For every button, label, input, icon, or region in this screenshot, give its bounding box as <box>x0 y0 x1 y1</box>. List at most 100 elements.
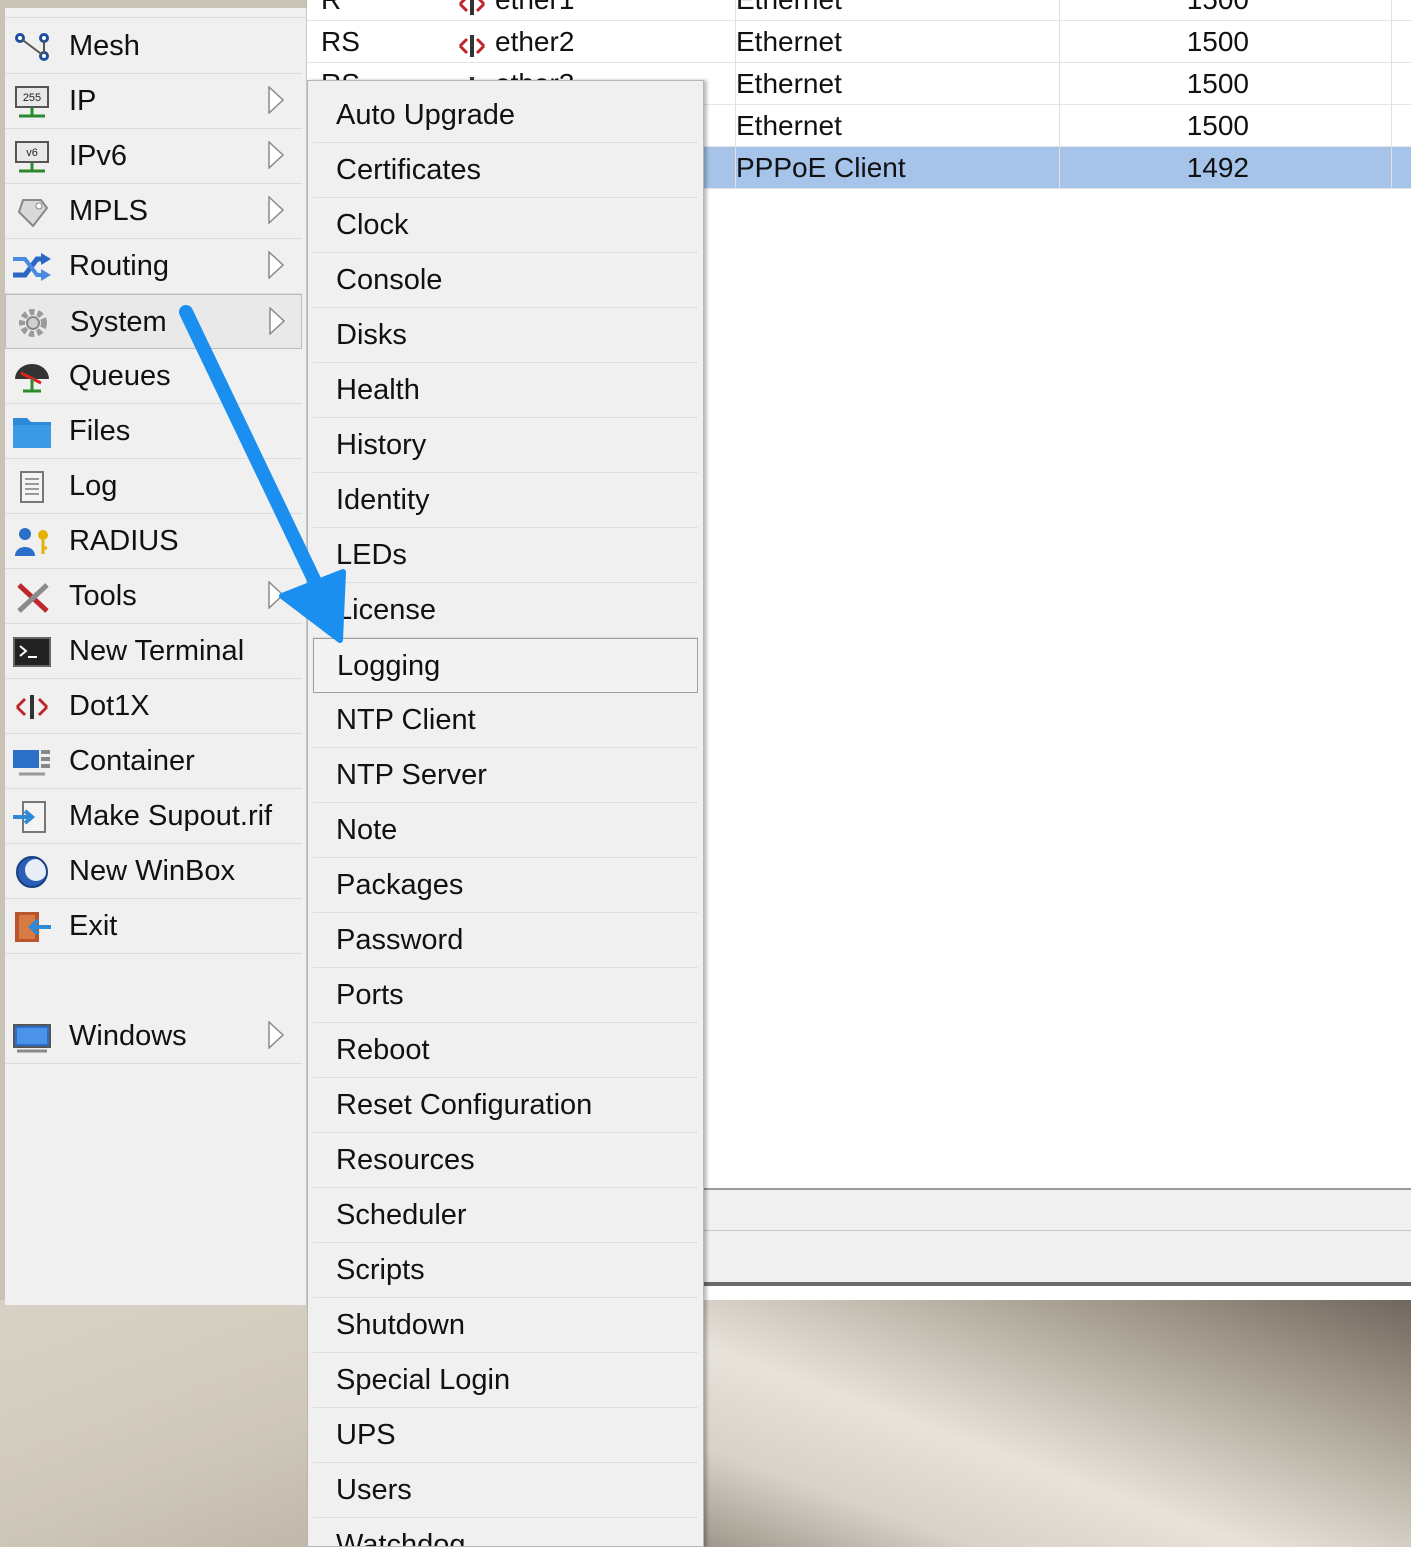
submenu-item-clock[interactable]: Clock <box>313 198 698 253</box>
submenu-item-auto-upgrade[interactable]: Auto Upgrade <box>313 88 698 143</box>
main-menu-top-edge <box>5 8 307 18</box>
submenu-item-health[interactable]: Health <box>313 363 698 418</box>
menu-item-make-supout-rif[interactable]: Make Supout.rif <box>5 789 302 844</box>
submenu-item-resources[interactable]: Resources <box>313 1133 698 1188</box>
menu-item-mpls[interactable]: MPLS <box>5 184 302 239</box>
submenu-item-label: Packages <box>336 869 464 901</box>
type-cell: Ethernet <box>735 0 1055 21</box>
name-cell: ether1 <box>457 0 727 21</box>
name-cell: ether2 <box>457 21 727 63</box>
type-cell: Ethernet <box>735 105 1055 147</box>
menu-item-system[interactable]: System <box>5 294 302 349</box>
submenu-item-label: Reset Configuration <box>336 1089 593 1121</box>
submenu-item-users[interactable]: Users <box>313 1463 698 1518</box>
winbox-icon <box>11 856 53 888</box>
submenu-item-reboot[interactable]: Reboot <box>313 1023 698 1078</box>
submenu-item-license[interactable]: License <box>313 583 698 638</box>
submenu-item-ups[interactable]: UPS <box>313 1408 698 1463</box>
submenu-item-note[interactable]: Note <box>313 803 698 858</box>
submenu-item-disks[interactable]: Disks <box>313 308 698 363</box>
submenu-item-password[interactable]: Password <box>313 913 698 968</box>
main-menu: Mesh 255 IP v6 IPv6 MPLS Routing System Queues Fi… <box>5 8 307 1305</box>
menu-item-label: Log <box>69 470 118 502</box>
menu-item-ipv6[interactable]: v6 IPv6 <box>5 129 302 184</box>
menu-item-label: Exit <box>69 910 118 942</box>
extra-cell <box>1391 147 1411 189</box>
dot1x-icon <box>11 691 53 723</box>
menu-item-routing[interactable]: Routing <box>5 239 302 294</box>
system-submenu: Auto Upgrade Certificates Clock Console Disk… <box>307 80 704 1547</box>
submenu-item-scheduler[interactable]: Scheduler <box>313 1188 698 1243</box>
menu-item-new-terminal[interactable]: New Terminal <box>5 624 302 679</box>
desktop-background-photo <box>0 1300 1411 1547</box>
folder-icon <box>11 416 53 448</box>
table-row[interactable]: Rether1 Ethernet1500 <box>307 0 1411 21</box>
menu-item-ip[interactable]: 255 IP <box>5 74 302 129</box>
menu-item-files[interactable]: Files <box>5 404 302 459</box>
mtu-cell: 1500 <box>1059 105 1249 147</box>
menu-item-exit[interactable]: Exit <box>5 899 302 954</box>
menu-item-mesh[interactable]: Mesh <box>5 19 302 74</box>
submenu-arrow-icon <box>267 195 285 225</box>
menu-item-log[interactable]: Log <box>5 459 302 514</box>
mtu-cell: 1500 <box>1059 21 1249 63</box>
submenu-item-ntp-server[interactable]: NTP Server <box>313 748 698 803</box>
menu-item-label: New WinBox <box>69 855 235 887</box>
menu-item-windows[interactable]: Windows <box>5 1009 302 1064</box>
menu-item-label: New Terminal <box>69 635 245 667</box>
submenu-item-scripts[interactable]: Scripts <box>313 1243 698 1298</box>
submenu-item-label: LEDs <box>336 539 407 571</box>
ethernet-port-icon <box>457 0 487 16</box>
menu-item-tools[interactable]: Tools <box>5 569 302 624</box>
submenu-item-shutdown[interactable]: Shutdown <box>313 1298 698 1353</box>
menu-item-new-winbox[interactable]: New WinBox <box>5 844 302 899</box>
submenu-item-label: Users <box>336 1474 412 1506</box>
submenu-item-watchdog[interactable]: Watchdog <box>313 1518 698 1546</box>
submenu-item-ntp-client[interactable]: NTP Client <box>313 693 698 748</box>
submenu-item-logging[interactable]: Logging <box>313 638 698 693</box>
gear-icon <box>12 307 54 339</box>
menu-item-container[interactable]: Container <box>5 734 302 789</box>
submenu-arrow-icon <box>267 250 285 280</box>
menu-item-label: Files <box>69 415 131 447</box>
menu-item-label: MPLS <box>69 195 148 227</box>
submenu-item-reset-configuration[interactable]: Reset Configuration <box>313 1078 698 1133</box>
submenu-item-label: Auto Upgrade <box>336 99 515 131</box>
submenu-item-label: Resources <box>336 1144 475 1176</box>
submenu-item-identity[interactable]: Identity <box>313 473 698 528</box>
submenu-item-special-login[interactable]: Special Login <box>313 1353 698 1408</box>
submenu-item-certificates[interactable]: Certificates <box>313 143 698 198</box>
menu-item-dot1x[interactable]: Dot1X <box>5 679 302 734</box>
extra-cell <box>1391 0 1411 21</box>
svg-text:v6: v6 <box>26 147 38 159</box>
extra-cell <box>1391 63 1411 105</box>
menu-item-label: Queues <box>69 360 171 392</box>
mtu-cell: 1500 <box>1059 0 1249 21</box>
submenu-item-console[interactable]: Console <box>313 253 698 308</box>
table-row[interactable]: RS ether2 Ethernet 1500 <box>307 21 1411 63</box>
ip-icon: 255 <box>11 86 53 118</box>
routing-icon <box>11 251 53 283</box>
submenu-arrow-icon <box>267 140 285 170</box>
extra-cell <box>1391 105 1411 147</box>
submenu-item-label: History <box>336 429 427 461</box>
radius-icon <box>11 526 53 558</box>
submenu-item-label: Identity <box>336 484 430 516</box>
mtu-cell: 1492 <box>1059 147 1249 189</box>
menu-item-queues[interactable]: Queues <box>5 349 302 404</box>
submenu-item-label: License <box>336 594 436 626</box>
submenu-item-label: Reboot <box>336 1034 430 1066</box>
submenu-item-packages[interactable]: Packages <box>313 858 698 913</box>
submenu-item-history[interactable]: History <box>313 418 698 473</box>
menu-item-label: Make Supout.rif <box>69 800 273 832</box>
submenu-item-label: Shutdown <box>336 1309 465 1341</box>
submenu-item-label: Logging <box>337 650 441 682</box>
menu-item-radius[interactable]: RADIUS <box>5 514 302 569</box>
submenu-item-label: Ports <box>336 979 404 1011</box>
mesh-icon <box>11 31 53 63</box>
menu-item-label: Routing <box>69 250 169 282</box>
submenu-item-leds[interactable]: LEDs <box>313 528 698 583</box>
submenu-item-label: Certificates <box>336 154 482 186</box>
menu-item-label: Dot1X <box>69 690 150 722</box>
submenu-item-ports[interactable]: Ports <box>313 968 698 1023</box>
